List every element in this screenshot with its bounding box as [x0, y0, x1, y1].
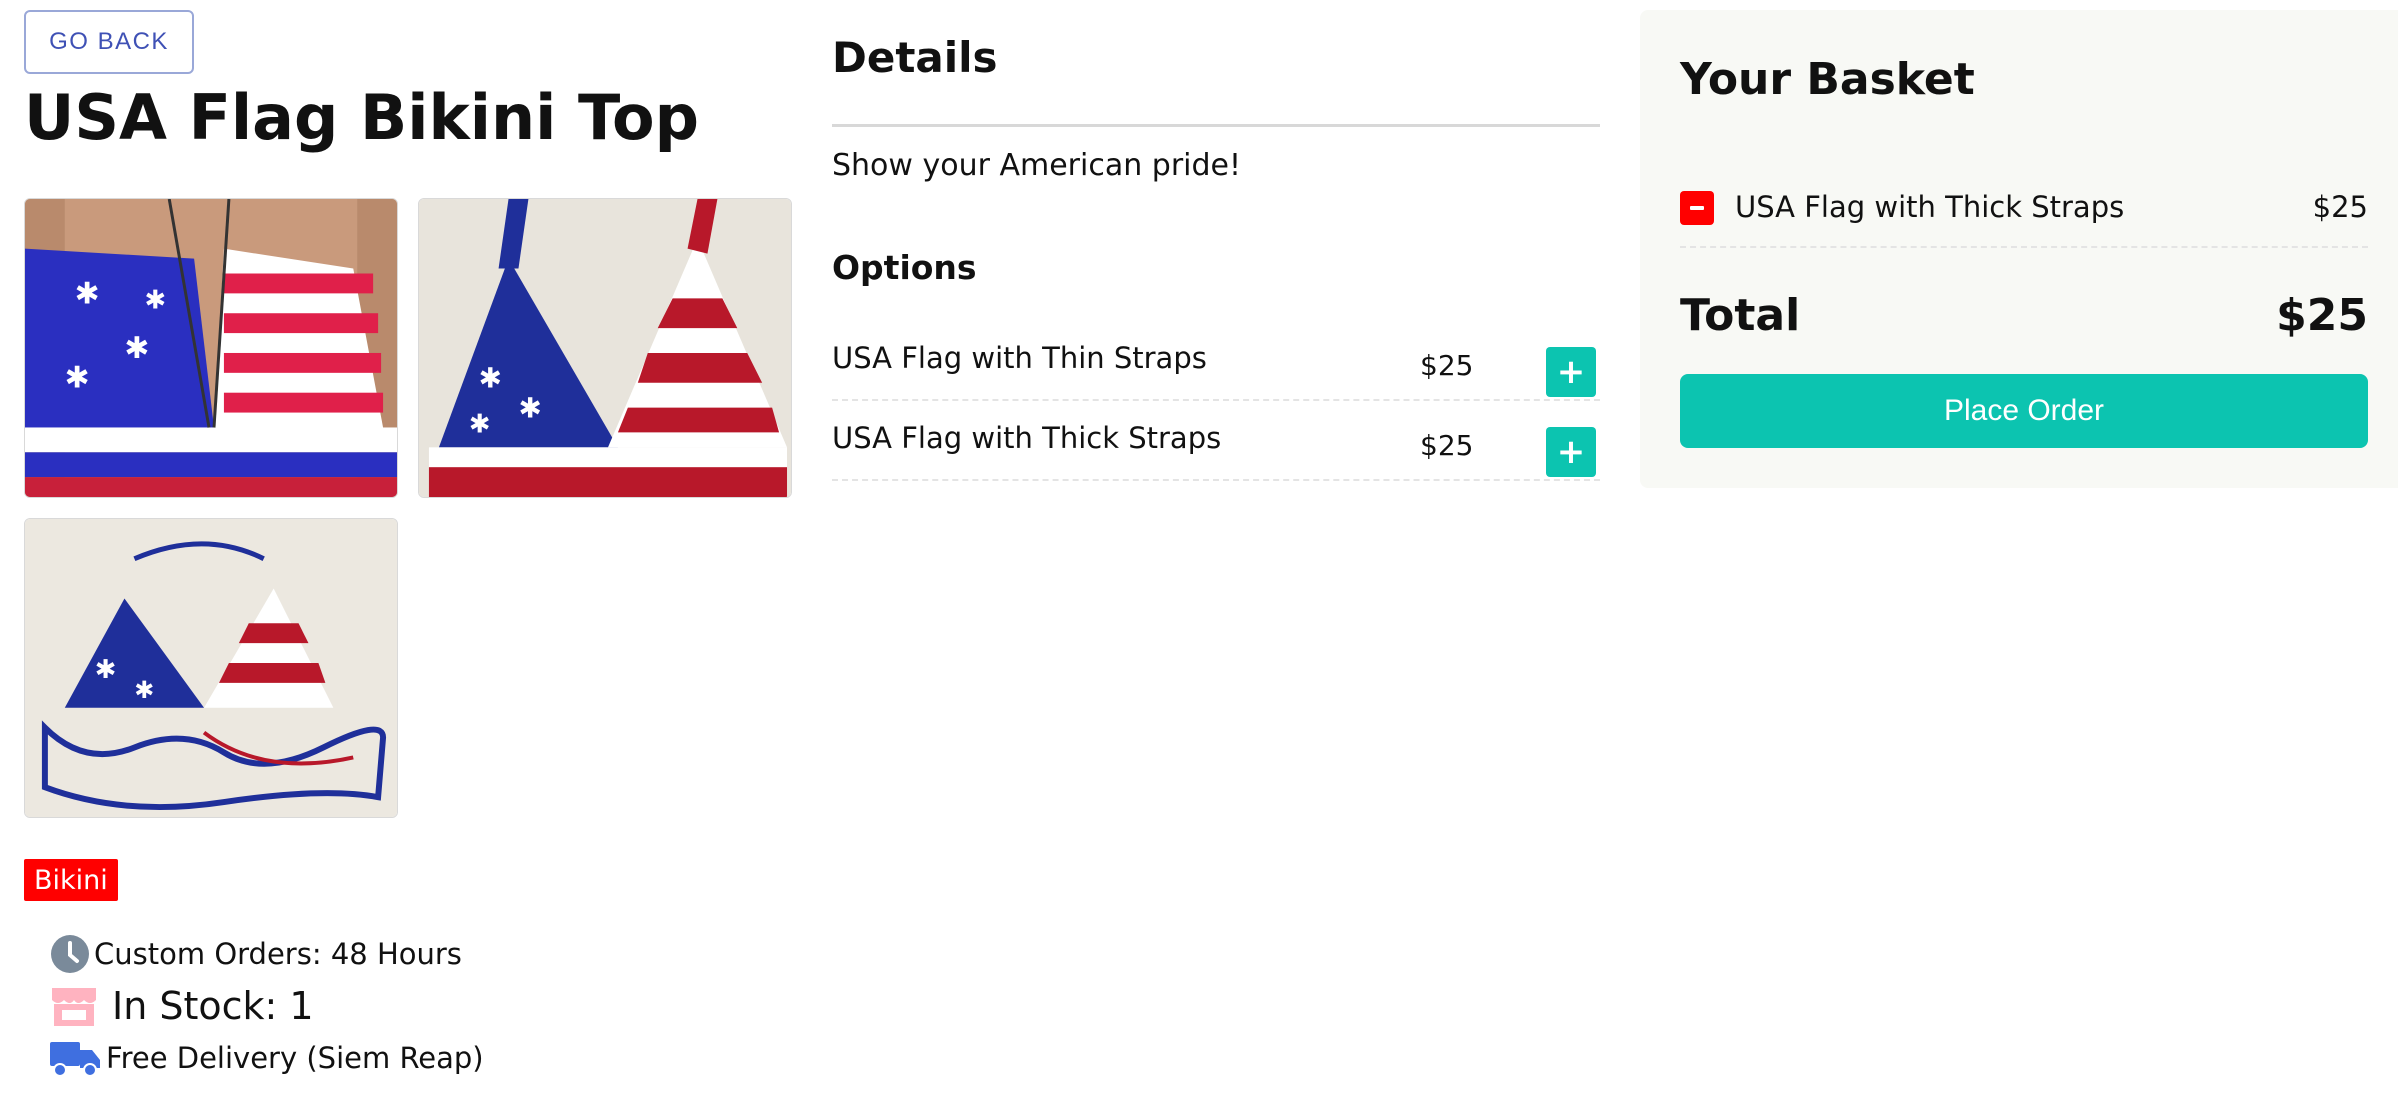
- total-value: $25: [2276, 290, 2368, 341]
- delivery-text: Free Delivery (Siem Reap): [106, 1041, 484, 1075]
- svg-text:✱: ✱: [518, 392, 541, 425]
- custom-orders-info: Custom Orders: 48 Hours: [50, 934, 462, 974]
- go-back-button[interactable]: GO BACK: [24, 10, 194, 74]
- clock-icon: [50, 934, 90, 974]
- product-image-3[interactable]: ✱ ✱: [24, 518, 398, 818]
- category-tag[interactable]: Bikini: [24, 859, 118, 901]
- product-photo-worn-icon: ✱ ✱ ✱ ✱: [25, 199, 397, 497]
- basket-item: USA Flag with Thick Straps $25: [1680, 162, 2368, 248]
- product-title: USA Flag Bikini Top: [24, 81, 699, 154]
- svg-text:✱: ✱: [144, 285, 166, 315]
- stock-info: In Stock: 1: [50, 984, 314, 1028]
- product-image-2[interactable]: ✱ ✱ ✱: [418, 198, 792, 498]
- svg-text:✱: ✱: [65, 361, 90, 396]
- svg-text:✱: ✱: [134, 676, 154, 704]
- stock-text: In Stock: 1: [112, 984, 314, 1028]
- add-option-button[interactable]: +: [1546, 427, 1596, 477]
- remove-item-button[interactable]: [1680, 191, 1714, 225]
- store-icon: [50, 984, 98, 1028]
- svg-text:✱: ✱: [75, 276, 100, 311]
- svg-text:✱: ✱: [479, 362, 502, 395]
- svg-text:✱: ✱: [95, 655, 117, 685]
- option-row: USA Flag with Thin Straps $25 +: [832, 321, 1600, 401]
- details-divider: [832, 124, 1600, 127]
- basket-item-name: USA Flag with Thick Straps: [1735, 190, 2125, 224]
- option-name: USA Flag with Thin Straps: [832, 341, 1207, 375]
- add-option-button[interactable]: +: [1546, 347, 1596, 397]
- basket-heading: Your Basket: [1680, 54, 1975, 105]
- truck-icon: [50, 1038, 100, 1078]
- basket-panel: Your Basket USA Flag with Thick Straps $…: [1640, 10, 2398, 488]
- option-price: $25: [1420, 429, 1474, 462]
- svg-text:✱: ✱: [469, 409, 491, 439]
- minus-icon: [1690, 206, 1704, 210]
- option-row: USA Flag with Thick Straps $25 +: [832, 401, 1600, 481]
- option-price: $25: [1420, 349, 1474, 382]
- delivery-info: Free Delivery (Siem Reap): [50, 1038, 484, 1078]
- details-heading: Details: [832, 33, 998, 82]
- product-photo-flat-icon: ✱ ✱ ✱: [419, 199, 791, 497]
- svg-text:✱: ✱: [124, 331, 149, 366]
- options-heading: Options: [832, 248, 977, 287]
- option-name: USA Flag with Thick Straps: [832, 421, 1222, 455]
- product-image-1[interactable]: ✱ ✱ ✱ ✱: [24, 198, 398, 498]
- product-photo-halter-icon: ✱ ✱: [25, 519, 397, 817]
- total-label: Total: [1680, 290, 1801, 341]
- product-description: Show your American pride!: [832, 148, 1242, 183]
- basket-item-price: $25: [2312, 190, 2368, 224]
- custom-orders-text: Custom Orders: 48 Hours: [94, 937, 462, 971]
- place-order-button[interactable]: Place Order: [1680, 374, 2368, 448]
